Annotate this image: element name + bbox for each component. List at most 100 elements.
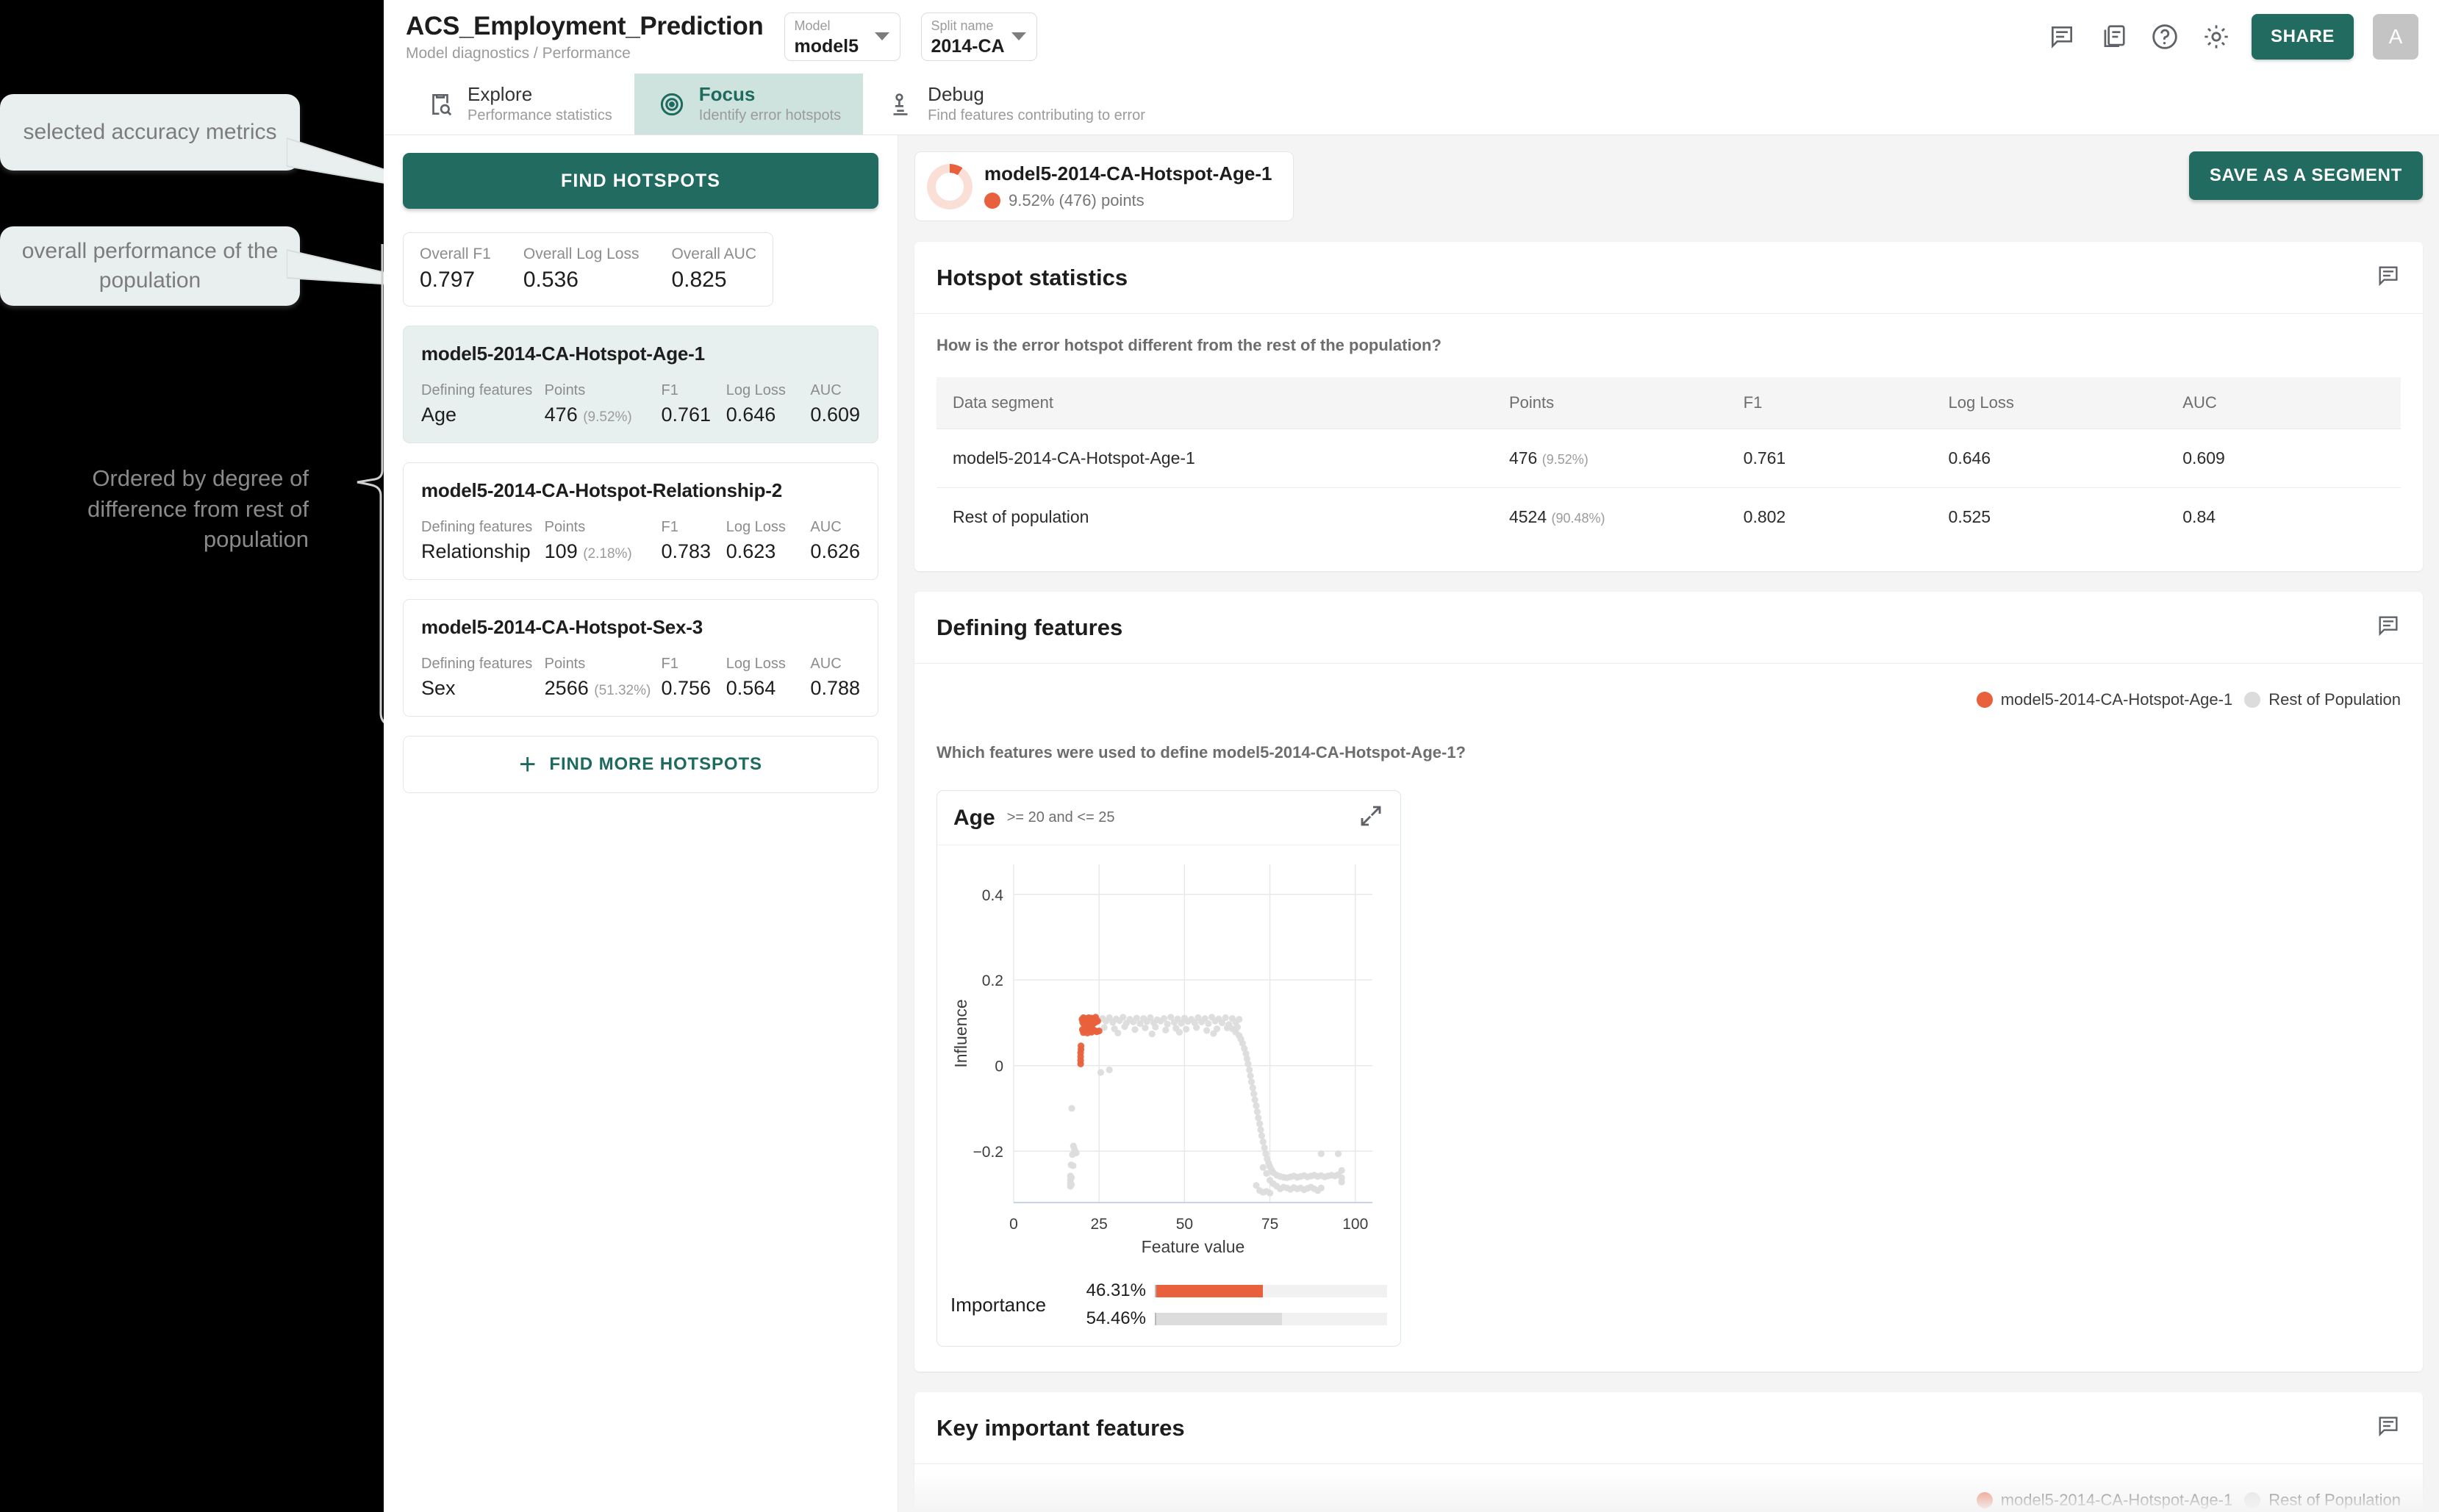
clipboard-search-icon	[425, 89, 456, 120]
share-button[interactable]: SHARE	[2252, 14, 2354, 60]
tab-focus[interactable]: Focus Identify error hotspots	[634, 74, 863, 135]
tab-debug[interactable]: Debug Find features contributing to erro…	[863, 74, 1167, 135]
svg-text:Influence: Influence	[951, 999, 970, 1067]
column-header-auc: AUC	[2166, 377, 2401, 429]
notes-icon[interactable]	[2097, 21, 2130, 53]
selected-hotspot-name: model5-2014-CA-Hotspot-Age-1	[984, 162, 1272, 185]
metric-label-f1: F1	[661, 520, 726, 534]
model-selector-label: Model	[795, 19, 892, 32]
hotspot-metrics: Defining features Relationship Points 10…	[421, 520, 860, 562]
hotspot-card-sex-3[interactable]: model5-2014-CA-Hotspot-Sex-3 Defining fe…	[403, 599, 878, 717]
hotspot-statistics-table: Data segment Points F1 Log Loss AUC mode…	[936, 377, 2401, 546]
hotspot-auc: 0.626	[810, 542, 860, 562]
annotation-ordered-by-degree: Ordered by degree of difference from res…	[22, 463, 309, 555]
annotation-selected-accuracy-metrics: selected accuracy metrics	[0, 94, 300, 171]
hotspot-points: 476 (9.52%)	[545, 405, 662, 425]
note-icon[interactable]	[2376, 613, 2401, 642]
importance-row-rest: 54.46%	[1061, 1305, 1387, 1333]
key-important-features-body: model5-2014-CA-Hotspot-Age-1 Rest of Pop…	[914, 1464, 2423, 1512]
table-header-row: Data segment Points F1 Log Loss AUC	[936, 377, 2401, 429]
find-more-hotspots-button[interactable]: + FIND MORE HOTSPOTS	[403, 736, 878, 793]
selected-hotspot-stat: 9.52% (476) points	[1009, 191, 1145, 210]
defining-features-question: Which features were used to define model…	[936, 743, 2401, 762]
overall-logloss-label: Overall Log Loss	[523, 246, 640, 262]
feature-chart-header: Age >= 20 and <= 25	[937, 791, 1400, 845]
chart-legend: model5-2014-CA-Hotspot-Age-1 Rest of Pop…	[936, 690, 2401, 709]
hotspot-logloss: 0.623	[726, 542, 811, 562]
tab-focus-label: Focus	[699, 84, 841, 106]
metric-label-points: Points	[545, 656, 662, 671]
annotation-brace	[309, 243, 390, 728]
expand-icon[interactable]	[1358, 803, 1384, 833]
gear-icon[interactable]	[2200, 21, 2232, 53]
content-header: model5-2014-CA-Hotspot-Age-1 9.52% (476)…	[914, 151, 2423, 221]
overall-auc: Overall AUC 0.825	[671, 246, 756, 291]
hotspot-f1: 0.783	[661, 542, 726, 562]
annotation-text: Ordered by degree of difference from res…	[87, 465, 309, 552]
split-name-selector[interactable]: Split name 2014-CA	[921, 12, 1037, 61]
svg-text:Feature value: Feature value	[1142, 1237, 1245, 1256]
save-as-segment-button[interactable]: SAVE AS A SEGMENT	[2189, 151, 2423, 200]
svg-text:50: 50	[1176, 1216, 1193, 1233]
tab-explore[interactable]: Explore Performance statistics	[403, 74, 634, 135]
hotspot-points-pct: (51.32%)	[594, 683, 651, 698]
main-body: FIND HOTSPOTS Overall F1 0.797 Overall L…	[384, 135, 2439, 1512]
cell-points-pct: (90.48%)	[1552, 511, 1605, 526]
hotspot-points-value: 2566	[545, 677, 589, 699]
hotspot-feature: Sex	[421, 678, 545, 698]
importance-label: Importance	[950, 1294, 1061, 1316]
hotspot-card-relationship-2[interactable]: model5-2014-CA-Hotspot-Relationship-2 De…	[403, 462, 878, 580]
title-block: ACS_Employment_Prediction Model diagnost…	[406, 12, 764, 62]
hotspot-color-dot	[984, 193, 1000, 209]
column-header-data-segment: Data segment	[936, 377, 1493, 429]
avatar[interactable]: A	[2373, 14, 2418, 60]
app-window: ACS_Employment_Prediction Model diagnost…	[384, 0, 2439, 1512]
hotspot-statistics-title: Hotspot statistics	[936, 265, 1128, 291]
legend-color-swatch	[2244, 1492, 2260, 1508]
column-header-f1: F1	[1727, 377, 1933, 429]
comment-icon[interactable]	[2046, 21, 2078, 53]
hotspot-f1: 0.756	[661, 678, 726, 698]
content-area: model5-2014-CA-Hotspot-Age-1 9.52% (476)…	[898, 135, 2439, 1512]
hotspot-points-pct: (9.52%)	[583, 409, 632, 425]
column-header-logloss: Log Loss	[1933, 377, 2167, 429]
legend-item-rest[interactable]: Rest of Population	[2244, 1491, 2401, 1510]
annotation-text: selected accuracy metrics	[23, 118, 276, 147]
find-more-hotspots-label: FIND MORE HOTSPOTS	[549, 754, 762, 775]
hotspot-metrics: Defining features Sex Points 2566 (51.32…	[421, 656, 860, 698]
importance-value: 46.31%	[1061, 1280, 1146, 1301]
microscope-icon	[885, 89, 916, 120]
selected-hotspot-chip[interactable]: model5-2014-CA-Hotspot-Age-1 9.52% (476)…	[914, 151, 1294, 221]
key-important-features-panel: Key important features model5-2014-CA-Ho…	[914, 1392, 2423, 1512]
legend-item-hotspot[interactable]: model5-2014-CA-Hotspot-Age-1	[1977, 690, 2233, 709]
defining-features-panel: Defining features model5-2014-CA-Hotspot…	[914, 592, 2423, 1372]
legend-label: Rest of Population	[2268, 1491, 2401, 1510]
note-icon[interactable]	[2376, 263, 2401, 292]
legend-item-hotspot[interactable]: model5-2014-CA-Hotspot-Age-1	[1977, 1491, 2233, 1510]
note-icon[interactable]	[2376, 1414, 2401, 1442]
hotspot-metrics: Defining features Age Points 476 (9.52%)…	[421, 383, 860, 425]
tab-explore-label: Explore	[468, 84, 612, 106]
cell-segment: model5-2014-CA-Hotspot-Age-1	[936, 429, 1493, 488]
annotation-overall-performance: overall performance of the population	[0, 226, 300, 306]
defining-features-header: Defining features	[914, 592, 2423, 664]
hotspot-name: model5-2014-CA-Hotspot-Age-1	[421, 343, 860, 365]
model-selector[interactable]: Model model5	[784, 12, 900, 61]
cell-auc: 0.84	[2166, 488, 2401, 547]
help-icon[interactable]	[2149, 21, 2181, 53]
plus-icon: +	[519, 754, 536, 775]
metric-label-logloss: Log Loss	[726, 383, 811, 398]
cell-points-value: 476	[1509, 448, 1537, 467]
donut-chart-icon	[927, 164, 973, 209]
hotspot-auc: 0.788	[810, 678, 860, 698]
screenshot-stage: selected accuracy metrics overall perfor…	[0, 0, 2439, 1512]
overall-logloss-value: 0.536	[523, 269, 640, 291]
legend-item-rest[interactable]: Rest of Population	[2244, 690, 2401, 709]
main-tabs: Explore Performance statistics Focus Ide…	[384, 74, 2439, 135]
find-hotspots-button[interactable]: FIND HOTSPOTS	[403, 153, 878, 209]
hotspot-f1: 0.761	[661, 405, 726, 425]
importance-track	[1155, 1313, 1387, 1325]
chart-legend: model5-2014-CA-Hotspot-Age-1 Rest of Pop…	[936, 1491, 2401, 1510]
metric-label-logloss: Log Loss	[726, 520, 811, 534]
hotspot-card-age-1[interactable]: model5-2014-CA-Hotspot-Age-1 Defining fe…	[403, 326, 878, 443]
